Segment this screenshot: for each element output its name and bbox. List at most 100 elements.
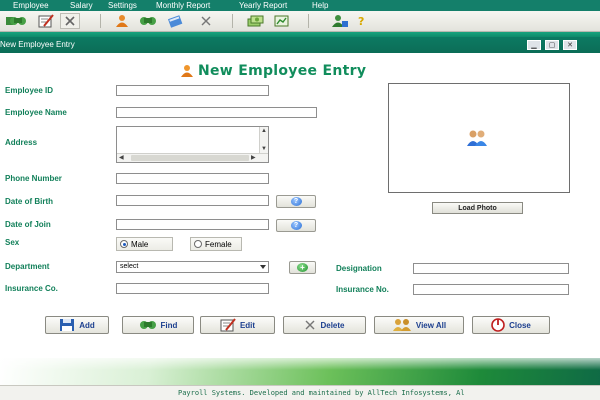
add-button-label: Add: [79, 320, 95, 330]
users-icon: [392, 319, 411, 331]
address-textarea[interactable]: ▲ ▼ ◀ ▶: [116, 126, 269, 163]
menu-salary[interactable]: Salary: [70, 1, 93, 10]
sex-male-option[interactable]: Male: [116, 237, 173, 251]
view-all-button[interactable]: View All: [374, 316, 464, 334]
designation-input[interactable]: [413, 263, 569, 274]
delete-button[interactable]: Delete: [283, 316, 366, 334]
footer-glow: [0, 358, 600, 370]
add-department-button[interactable]: +: [289, 261, 316, 274]
department-label: Department: [5, 262, 50, 271]
money-stack-icon: [247, 15, 264, 27]
add-button[interactable]: Add: [45, 316, 109, 334]
delete-x-icon: [65, 16, 75, 26]
status-bar: Payroll Systems. Developed and maintaine…: [0, 385, 600, 400]
toolbar-delete-button[interactable]: [60, 13, 80, 29]
radio-unselected[interactable]: [194, 240, 202, 248]
edit-icon: [38, 14, 54, 28]
date-of-birth-picker-button[interactable]: ?: [276, 195, 316, 208]
binoculars-icon: [139, 321, 156, 329]
close-icon: ✕: [567, 41, 573, 49]
find-button-label: Find: [160, 320, 178, 330]
toolbar-find2-button[interactable]: [138, 13, 158, 29]
radio-selected[interactable]: [120, 240, 128, 248]
question-icon: ?: [290, 221, 302, 230]
scroll-thumb[interactable]: [131, 155, 249, 161]
find-button[interactable]: Find: [122, 316, 194, 334]
scroll-up-icon: ▲: [261, 128, 267, 134]
minimize-button[interactable]: ▁: [527, 40, 541, 50]
binoculars-icon: [10, 17, 26, 25]
insurance-number-input[interactable]: [413, 284, 569, 295]
users-icon: [467, 130, 487, 146]
page-title: New Employee Entry: [198, 63, 367, 79]
scroll-down-icon: ▼: [261, 146, 267, 152]
toolbar-close-button[interactable]: [196, 13, 216, 29]
delete-x-icon: [305, 320, 315, 330]
address-horizontal-scrollbar[interactable]: ◀ ▶: [117, 153, 268, 162]
edit-button[interactable]: Edit: [200, 316, 275, 334]
toolbar-money-button[interactable]: [246, 13, 266, 29]
menu-yearly-report[interactable]: Yearly Report: [239, 1, 287, 10]
save-icon: [60, 319, 75, 331]
toolbar-employee-button[interactable]: [112, 13, 132, 29]
close-button[interactable]: Close: [472, 316, 550, 334]
insurance-number-label: Insurance No.: [336, 285, 389, 294]
toolbar-report-button[interactable]: [272, 13, 292, 29]
close-button-label: Close: [509, 320, 531, 330]
toolbar-separator: [308, 14, 309, 28]
status-text: Payroll Systems. Developed and maintaine…: [178, 389, 465, 397]
maximize-icon: ▢: [548, 41, 556, 49]
menu-employee[interactable]: Employee: [13, 1, 49, 10]
date-of-birth-label: Date of Birth: [5, 197, 53, 206]
edit-button-label: Edit: [239, 320, 256, 330]
question-icon: ?: [358, 15, 364, 28]
date-of-join-picker-button[interactable]: ?: [276, 219, 316, 232]
employee-name-input[interactable]: [116, 107, 317, 118]
menu-bar: Employee Salary Settings Monthly Report …: [0, 0, 600, 11]
menu-monthly-report[interactable]: Monthly Report: [156, 1, 210, 10]
question-icon: ?: [290, 197, 302, 206]
user-info-icon: [332, 15, 348, 27]
employee-photo: [388, 83, 570, 193]
toolbar-separator: [100, 14, 101, 28]
close-window-button[interactable]: ✕: [563, 40, 577, 50]
view-all-button-label: View All: [415, 320, 447, 330]
date-of-birth-input[interactable]: [116, 195, 269, 206]
toolbar: ?: [0, 11, 600, 32]
date-of-join-label: Date of Join: [5, 220, 51, 229]
sex-label: Sex: [5, 238, 20, 247]
sex-female-label: Female: [205, 239, 232, 249]
address-label: Address: [5, 138, 38, 147]
person-icon: [116, 15, 128, 27]
scroll-left-icon: ◀: [119, 155, 124, 161]
report-icon: [274, 15, 289, 27]
form-heading: New Employee Entry: [180, 63, 366, 79]
employee-id-input[interactable]: [116, 85, 269, 96]
edit-icon: [220, 318, 236, 332]
menu-settings[interactable]: Settings: [108, 1, 137, 10]
toolbar-find-button[interactable]: [8, 13, 28, 29]
toolbar-edit-button[interactable]: [36, 13, 56, 29]
book-icon: [167, 15, 183, 28]
employee-id-label: Employee ID: [5, 86, 54, 95]
sex-female-option[interactable]: Female: [190, 237, 242, 251]
load-photo-button[interactable]: Load Photo: [432, 202, 523, 214]
date-of-join-input[interactable]: [116, 219, 269, 230]
insurance-company-label: Insurance Co.: [5, 284, 58, 293]
toolbar-user-info-button[interactable]: [330, 13, 350, 29]
department-select[interactable]: select: [116, 261, 269, 273]
binoculars-icon: [140, 17, 156, 25]
toolbar-help-button[interactable]: ?: [352, 13, 372, 29]
window-title: New Employee Entry: [0, 40, 75, 49]
designation-label: Designation: [336, 264, 382, 273]
close-x-icon: [201, 16, 211, 26]
plus-icon: +: [297, 263, 308, 272]
department-selected-value: select: [120, 263, 139, 270]
toolbar-book-button[interactable]: [165, 13, 185, 29]
phone-number-input[interactable]: [116, 173, 269, 184]
window-title-bar: New Employee Entry ▁ ▢ ✕: [0, 37, 600, 53]
menu-help[interactable]: Help: [312, 1, 328, 10]
insurance-company-input[interactable]: [116, 283, 269, 294]
svg-text:?: ?: [358, 15, 364, 28]
maximize-button[interactable]: ▢: [545, 40, 559, 50]
